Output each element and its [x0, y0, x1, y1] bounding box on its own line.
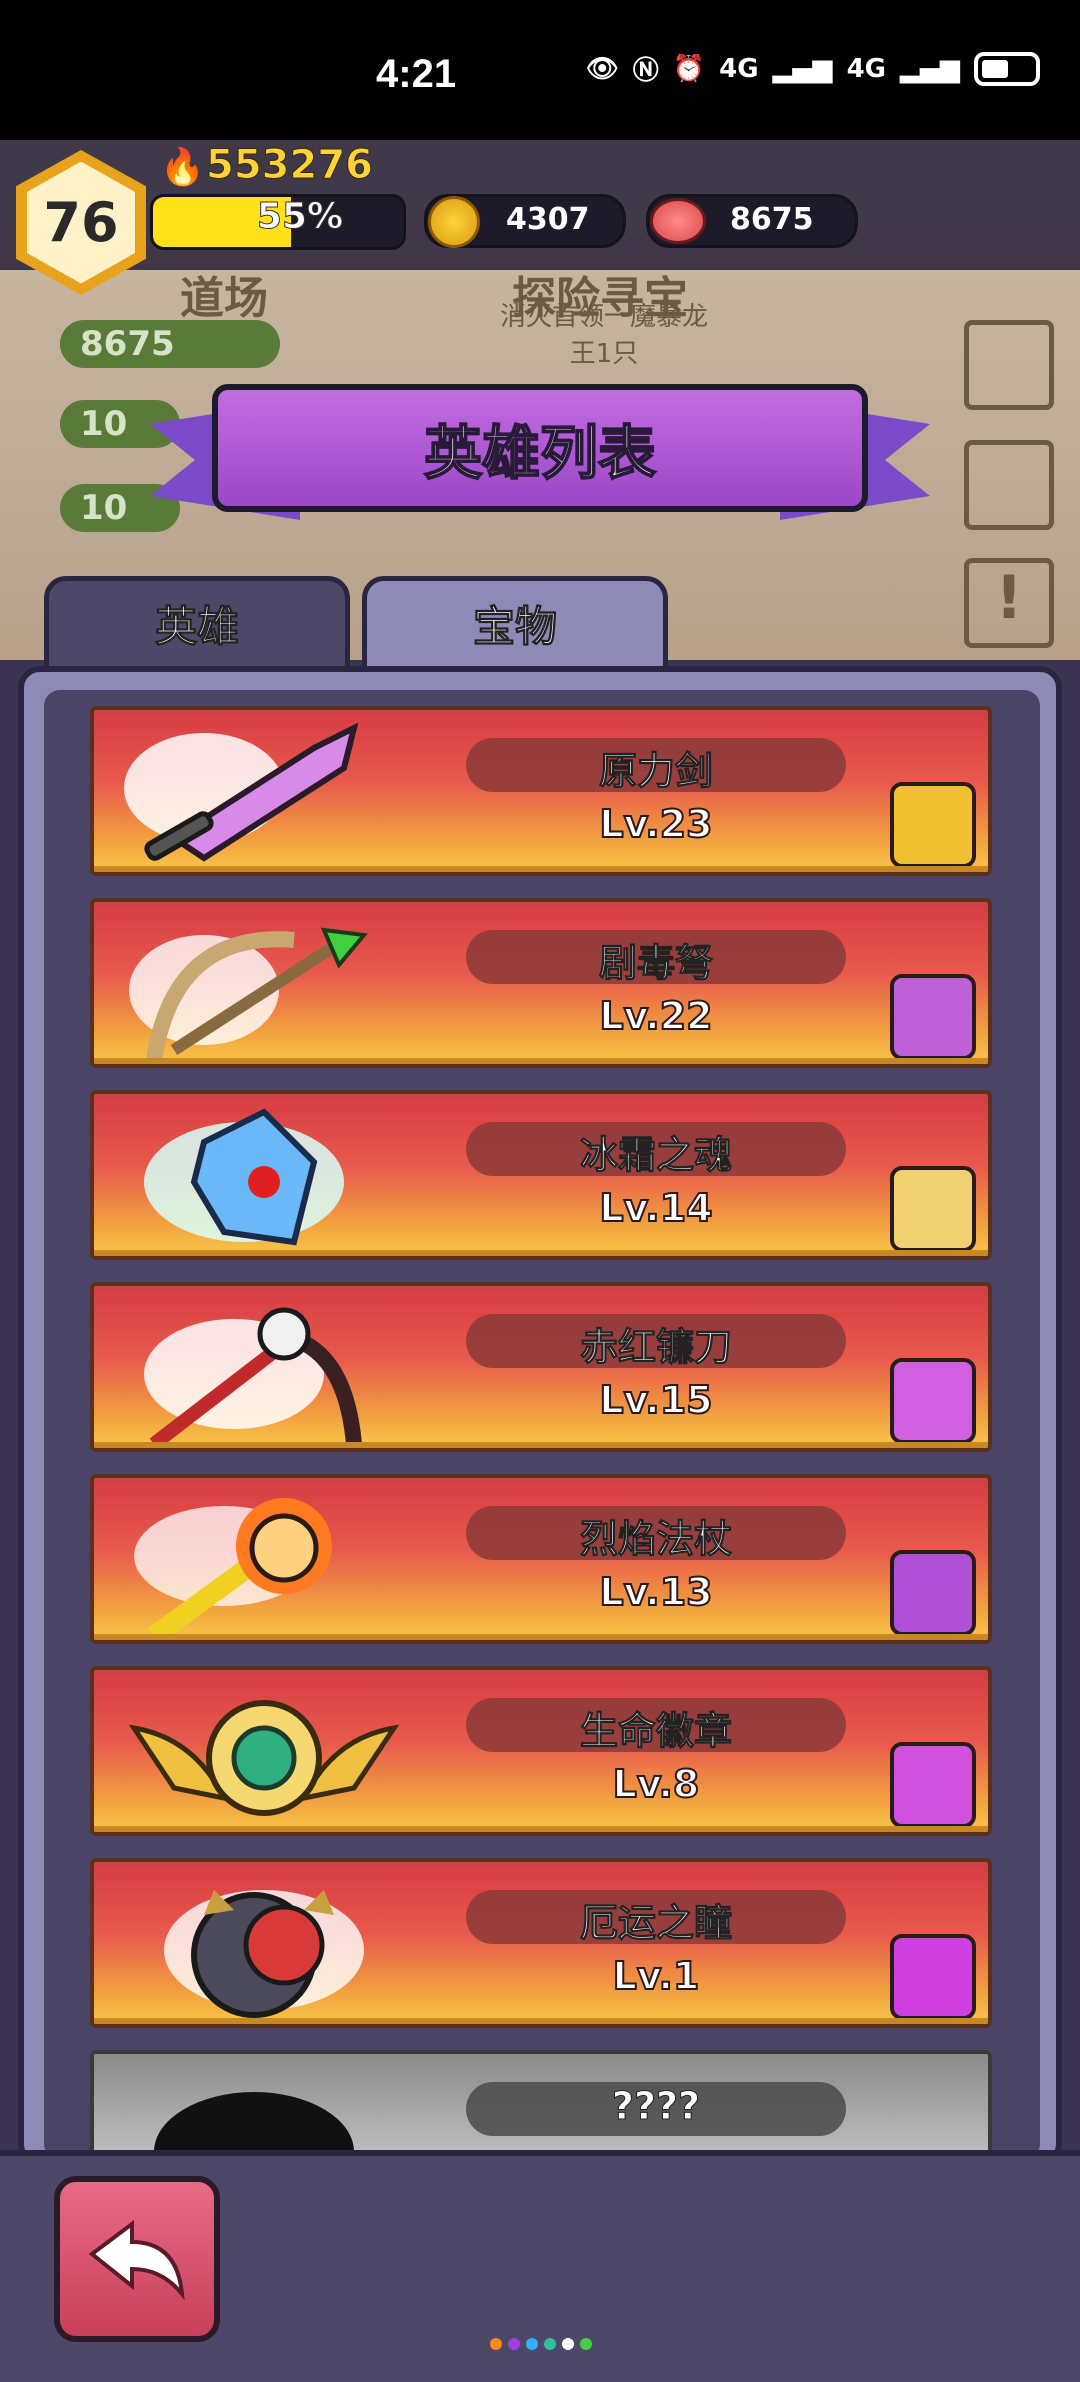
treasure-name: 剧毒弩 [598, 941, 713, 986]
crossbow-icon [129, 927, 368, 1060]
dojo-label: 道场 [180, 273, 268, 324]
tab-treasures[interactable]: 宝物 [362, 576, 668, 666]
treasure-name: 厄运之瞳 [579, 1901, 732, 1946]
tab-heroes[interactable]: 英雄 [44, 576, 350, 666]
treasure-level: Lv.23 [598, 801, 713, 847]
page-dot [526, 2338, 538, 2350]
treasure-name: ???? [611, 2084, 701, 2129]
page-dot [490, 2338, 502, 2350]
battery-icon [974, 51, 1040, 86]
player-level: 76 [27, 161, 135, 284]
treasure-card[interactable]: 剧毒弩 Lv.22 [90, 898, 992, 1068]
tab-treasures-label: 宝物 [472, 602, 557, 652]
layers-icon[interactable] [964, 320, 1054, 410]
treasure-level: Lv.8 [612, 1761, 701, 1807]
dojo-meat-pill: 8675 [60, 320, 280, 368]
page-dot [562, 2338, 574, 2350]
slime-hero-avatar[interactable] [890, 1742, 976, 1828]
back-arrow-icon [88, 2220, 185, 2301]
signal-4g-icon: 4G [719, 53, 759, 84]
treasure-level: Lv.22 [598, 993, 713, 1039]
treasure-card[interactable]: 烈焰法杖 Lv.13 [90, 1474, 992, 1644]
tab-heroes-label: 英雄 [154, 602, 239, 652]
treasure-card[interactable]: 原力剑 Lv.23 [90, 706, 992, 876]
eye-icon: 👁 [585, 53, 619, 84]
signal-bars-2-icon: ▂▄▆ [900, 53, 960, 84]
nfc-icon: Ⓝ [632, 56, 659, 86]
notice-icon[interactable]: ! [964, 558, 1054, 648]
quest-text: 消灭首领一魔暴龙王1只 [499, 302, 708, 369]
coin-amount: 4307 [506, 202, 590, 237]
skull-wizard-avatar[interactable] [890, 1550, 976, 1636]
treasure-level: Lv.13 [598, 1569, 713, 1615]
page-indicator [490, 2338, 592, 2350]
ninja-hero-avatar[interactable] [890, 1934, 976, 2020]
sword-icon [124, 722, 359, 862]
alarm-icon: ⏰ [672, 53, 706, 84]
meat-icon [650, 198, 706, 244]
page-dot [508, 2338, 520, 2350]
treasure-card[interactable]: 生命徽章 Lv.8 [90, 1666, 992, 1836]
ice-crystal-icon [144, 1108, 344, 1246]
page-title: 英雄列表 [423, 418, 657, 488]
treasure-card[interactable]: 厄运之瞳 Lv.1 [90, 1858, 992, 2028]
map-icon[interactable] [964, 440, 1054, 530]
back-button[interactable] [54, 2176, 220, 2342]
treasure-card[interactable]: 冰霜之魂 Lv.14 [90, 1090, 992, 1260]
treasure-level: Lv.15 [598, 1377, 713, 1423]
title-banner: 英雄列表 [212, 384, 868, 512]
gear-mage-avatar[interactable] [890, 1166, 976, 1252]
page-dot [544, 2338, 556, 2350]
treasure-name: 生命徽章 [579, 1709, 732, 1754]
treasure-level: Lv.14 [598, 1185, 713, 1231]
fire-staff-icon [134, 1498, 332, 1636]
knight-hero-avatar[interactable] [890, 782, 976, 868]
status-bar: 4:21 👁 Ⓝ ⏰ 4G ▂▄▆ 4G ▂▄▆ [0, 0, 1080, 140]
signal-bars-icon: ▂▄▆ [772, 53, 833, 84]
scythe-icon [144, 1307, 362, 1444]
status-time: 4:21 [376, 52, 457, 96]
armored-hero-avatar[interactable] [890, 974, 976, 1060]
life-badge-icon [128, 1700, 400, 1816]
power-score: 553276 [206, 142, 374, 189]
meat-amount: 8675 [730, 202, 814, 237]
treasure-name: 冰霜之魂 [579, 1133, 732, 1178]
treasure-card[interactable]: 赤红镰刀 Lv.15 [90, 1282, 992, 1452]
xp-percent: 55% [256, 196, 344, 238]
treasure-name: 烈焰法杖 [579, 1517, 732, 1562]
treasure-level: Lv.1 [612, 1953, 701, 1999]
bunny-hero-avatar[interactable] [890, 1358, 976, 1444]
page-dot [580, 2338, 592, 2350]
coin-icon [428, 196, 480, 248]
treasure-name: 原力剑 [598, 749, 713, 794]
treasure-name: 赤红镰刀 [579, 1325, 732, 1370]
doom-eye-icon [164, 1890, 364, 2018]
flame-icon: 🔥 [160, 147, 205, 188]
status-icons: 👁 Ⓝ ⏰ 4G ▂▄▆ 4G ▂▄▆ [586, 50, 1040, 87]
signal-4g-2-icon: 4G [846, 53, 886, 84]
